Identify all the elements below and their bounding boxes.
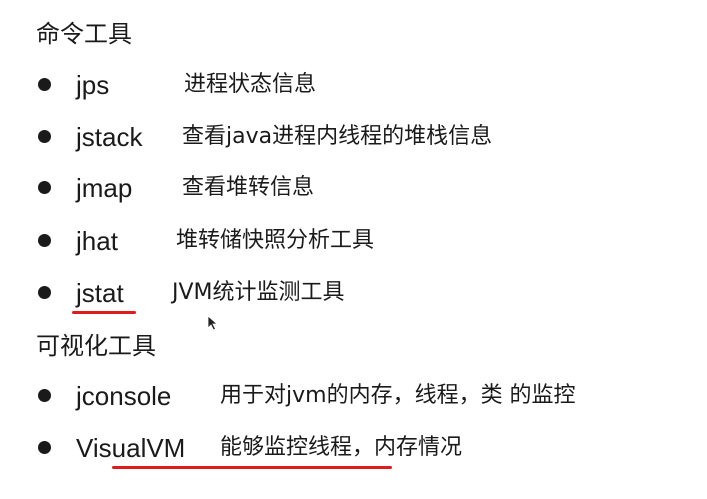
list-item-jconsole: jconsole 用于对jvm的内存，线程，类 的监控 [0, 381, 707, 411]
list-item-jmap: jmap 查看堆转信息 [0, 173, 707, 203]
tool-name: jhat [76, 226, 118, 256]
mouse-pointer-icon [207, 315, 219, 331]
visualvm-underline [112, 466, 392, 469]
tool-name: jstack [76, 122, 143, 152]
tool-name: jstat [76, 278, 124, 308]
tool-name: jps [76, 70, 110, 100]
tool-name: VisualVM [76, 433, 186, 463]
slide: 命令工具 jps 进程状态信息 jstack 查看java进程内线程的堆栈信息 … [0, 0, 707, 499]
tool-description: 查看堆转信息 [182, 175, 315, 200]
tool-name: jmap [76, 173, 133, 203]
list-item-jstat: jstat JVM统计监测工具 [0, 278, 707, 308]
tool-description: 查看java进程内线程的堆栈信息 [182, 124, 493, 149]
bullet-icon [38, 441, 51, 454]
list-item-jps: jps 进程状态信息 [0, 70, 707, 100]
bullet-icon [38, 234, 51, 247]
section-heading-visual-tools: 可视化工具 [36, 332, 156, 360]
list-item-jhat: jhat 堆转储快照分析工具 [0, 226, 707, 256]
tool-name: jconsole [76, 381, 172, 411]
section-heading-command-tools: 命令工具 [36, 20, 132, 48]
tool-description: 用于对jvm的内存，线程，类 的监控 [220, 383, 576, 408]
bullet-icon [38, 78, 51, 91]
list-item-jstack: jstack 查看java进程内线程的堆栈信息 [0, 122, 707, 152]
bullet-icon [38, 181, 51, 194]
list-item-visualvm: VisualVM 能够监控线程，内存情况 [0, 433, 707, 463]
bullet-icon [38, 130, 51, 143]
bullet-icon [38, 286, 51, 299]
jstat-underline [72, 311, 136, 314]
tool-description: 能够监控线程，内存情况 [220, 435, 463, 460]
tool-description: 堆转储快照分析工具 [176, 228, 375, 253]
bullet-icon [38, 389, 51, 402]
tool-description: 进程状态信息 [184, 72, 317, 97]
tool-description: JVM统计监测工具 [172, 280, 345, 305]
